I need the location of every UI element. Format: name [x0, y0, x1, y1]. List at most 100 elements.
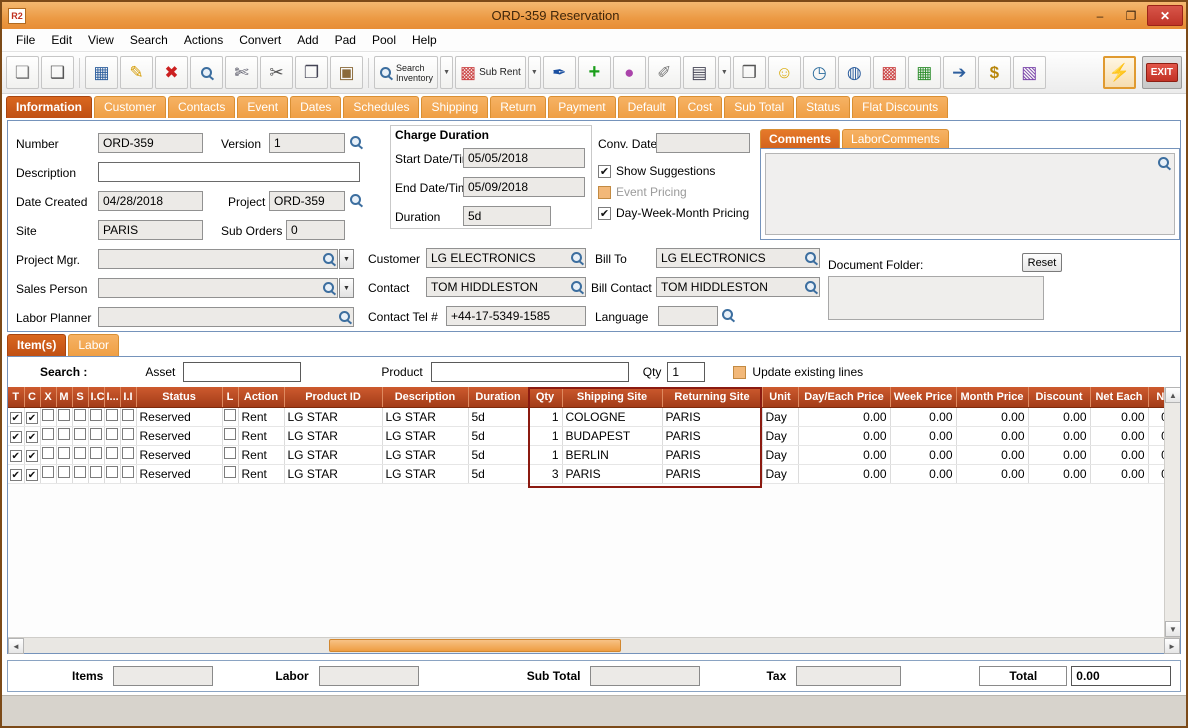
project-mgr-search-icon[interactable]: [322, 252, 336, 266]
column-header[interactable]: Net Each: [1090, 387, 1148, 407]
number-field[interactable]: ORD-359: [98, 133, 203, 153]
tab-shipping[interactable]: Shipping: [421, 96, 488, 118]
column-header[interactable]: Discount: [1028, 387, 1090, 407]
menu-pool[interactable]: Pool: [364, 30, 404, 50]
app-icon[interactable]: R2: [8, 8, 26, 24]
package-button[interactable]: ▧: [1013, 56, 1046, 89]
project-mgr-field[interactable]: [98, 249, 338, 269]
contact-tel-field[interactable]: +44-17-5349-1585: [446, 306, 586, 326]
convert-button[interactable]: ✄: [225, 56, 258, 89]
site-field[interactable]: PARIS: [98, 220, 203, 240]
column-header[interactable]: C: [24, 387, 40, 407]
row-checkbox[interactable]: [90, 428, 102, 440]
day-week-month-checkbox[interactable]: ✔: [598, 207, 611, 220]
paste-button[interactable]: ▣: [330, 56, 363, 89]
row-checkbox[interactable]: [90, 409, 102, 421]
bill-to-field[interactable]: LG ELECTRONICS: [656, 248, 820, 268]
document-folder-box[interactable]: [828, 276, 1044, 320]
row-checkbox[interactable]: [42, 447, 54, 459]
cut-button[interactable]: ✂: [260, 56, 293, 89]
update-existing-lines-checkbox[interactable]: [733, 366, 746, 379]
sub-orders-field[interactable]: 0: [286, 220, 345, 240]
row-checkbox[interactable]: ✔: [26, 469, 38, 481]
tab-schedules[interactable]: Schedules: [343, 96, 419, 118]
new-button[interactable]: ❏: [6, 56, 39, 89]
vertical-scrollbar[interactable]: ▲ ▼: [1164, 387, 1180, 637]
tax-field[interactable]: [796, 666, 901, 686]
tab-contacts[interactable]: Contacts: [168, 96, 235, 118]
column-header[interactable]: Qty: [528, 387, 562, 407]
tab-flat-discounts[interactable]: Flat Discounts: [852, 96, 948, 118]
row-checkbox[interactable]: ✔: [26, 431, 38, 443]
row-checkbox[interactable]: ✔: [10, 469, 22, 481]
tab-labor-comments[interactable]: LaborComments: [842, 129, 949, 149]
web-button[interactable]: ◍: [838, 56, 871, 89]
column-header[interactable]: Product ID: [284, 387, 382, 407]
money-button[interactable]: $: [978, 56, 1011, 89]
tab-default[interactable]: Default: [618, 96, 676, 118]
tab-comments[interactable]: Comments: [760, 129, 840, 149]
labor-planner-search-icon[interactable]: [338, 310, 352, 324]
horizontal-scroll-track[interactable]: [24, 638, 1164, 653]
tab-labor[interactable]: Labor: [68, 334, 119, 356]
notes-button[interactable]: ✐: [648, 56, 681, 89]
minimize-button[interactable]: –: [1085, 5, 1115, 26]
column-header[interactable]: S: [72, 387, 88, 407]
search-inventory-dropdown[interactable]: ▼: [440, 56, 453, 89]
maximize-button[interactable]: ❐: [1116, 5, 1146, 26]
project-field[interactable]: ORD-359: [269, 191, 345, 211]
customer-field[interactable]: LG ELECTRONICS: [426, 248, 586, 268]
labor-planner-field[interactable]: [98, 307, 354, 327]
row-checkbox[interactable]: [58, 428, 70, 440]
conv-date-field[interactable]: [656, 133, 750, 153]
sales-person-field[interactable]: [98, 278, 338, 298]
version-search-icon[interactable]: [349, 135, 363, 149]
row-checkbox[interactable]: [106, 466, 118, 478]
horizontal-scroll-thumb[interactable]: [329, 639, 621, 652]
contact-search-icon[interactable]: [570, 280, 584, 294]
row-checkbox[interactable]: [42, 409, 54, 421]
tab-customer[interactable]: Customer: [94, 96, 166, 118]
row-checkbox[interactable]: [224, 466, 236, 478]
row-checkbox[interactable]: [122, 447, 134, 459]
menu-convert[interactable]: Convert: [231, 30, 289, 50]
menu-add[interactable]: Add: [289, 30, 326, 50]
delete-button[interactable]: ✖: [155, 56, 188, 89]
project-mgr-dropdown[interactable]: ▼: [339, 249, 354, 269]
column-header[interactable]: X: [40, 387, 56, 407]
end-date-field[interactable]: 05/09/2018: [463, 177, 585, 197]
row-checkbox[interactable]: [224, 447, 236, 459]
event-pricing-checkbox[interactable]: [598, 186, 611, 199]
menu-file[interactable]: File: [8, 30, 43, 50]
tab-cost[interactable]: Cost: [678, 96, 723, 118]
sales-person-search-icon[interactable]: [322, 281, 336, 295]
row-checkbox[interactable]: [122, 466, 134, 478]
wand-button[interactable]: ⚡: [1103, 56, 1136, 89]
date-created-field[interactable]: 04/28/2018: [98, 191, 203, 211]
row-checkbox[interactable]: [58, 447, 70, 459]
row-checkbox[interactable]: ✔: [26, 412, 38, 424]
scroll-right-icon[interactable]: ►: [1164, 638, 1180, 654]
tab-sub-total[interactable]: Sub Total: [724, 96, 794, 118]
row-checkbox[interactable]: [74, 447, 86, 459]
row-checkbox[interactable]: ✔: [10, 412, 22, 424]
column-header[interactable]: I.I: [120, 387, 136, 407]
row-checkbox[interactable]: [106, 428, 118, 440]
edit-button[interactable]: ✎: [120, 56, 153, 89]
scroll-left-icon[interactable]: ◄: [8, 638, 24, 654]
column-header[interactable]: I...: [104, 387, 120, 407]
tab-return[interactable]: Return: [490, 96, 546, 118]
bill-contact-search-icon[interactable]: [804, 280, 818, 294]
close-button[interactable]: ✕: [1147, 5, 1183, 26]
find-button[interactable]: [190, 56, 223, 89]
column-header[interactable]: Returning Site: [662, 387, 762, 407]
menu-help[interactable]: Help: [404, 30, 445, 50]
row-checkbox[interactable]: [122, 409, 134, 421]
row-checkbox[interactable]: [90, 466, 102, 478]
column-header[interactable]: I.C: [88, 387, 104, 407]
tab-items[interactable]: Item(s): [7, 334, 66, 356]
copy-button[interactable]: ❐: [295, 56, 328, 89]
row-checkbox[interactable]: [42, 466, 54, 478]
vertical-scroll-track[interactable]: [1165, 403, 1180, 621]
qty-input[interactable]: 1: [667, 362, 705, 382]
